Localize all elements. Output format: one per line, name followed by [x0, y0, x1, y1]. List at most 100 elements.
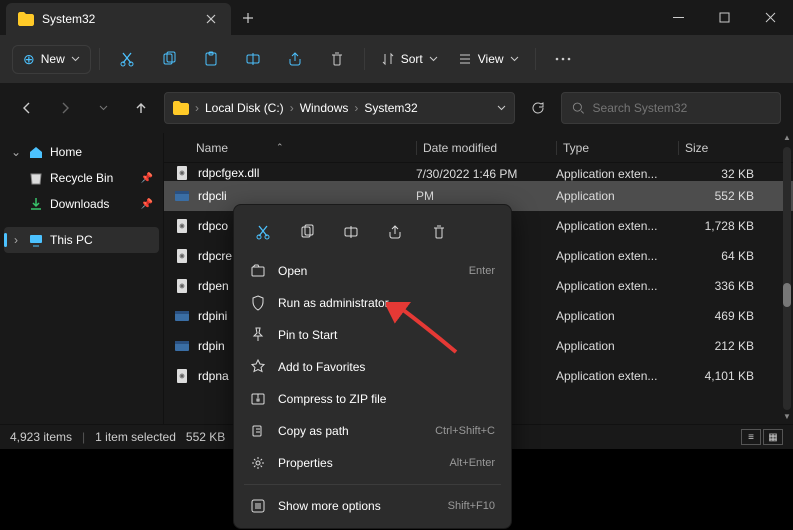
file-size: 336 KB: [678, 279, 760, 293]
cm-properties[interactable]: PropertiesAlt+Enter: [240, 447, 505, 479]
up-button[interactable]: [126, 93, 156, 123]
file-size: 469 KB: [678, 309, 760, 323]
home-icon: [28, 144, 44, 160]
delete-button[interactable]: [318, 42, 356, 76]
address-bar-row: › Local Disk (C:) › Windows › System32: [0, 83, 793, 133]
chevron-right-icon: ›: [10, 233, 22, 247]
copy-button[interactable]: [150, 42, 188, 76]
file-size: 212 KB: [678, 339, 760, 353]
cm-share-button[interactable]: [374, 215, 416, 249]
chevron-down-icon: [429, 56, 438, 62]
file-name: rdpini: [198, 309, 227, 323]
cm-open[interactable]: OpenEnter: [240, 255, 505, 287]
refresh-button[interactable]: [523, 93, 553, 123]
chevron-down-icon: [71, 56, 80, 62]
file-name: rdpcfgex.dll: [198, 166, 259, 180]
file-size: 1,728 KB: [678, 219, 760, 233]
scroll-thumb[interactable]: [783, 283, 791, 307]
breadcrumb[interactable]: › Local Disk (C:) › Windows › System32: [164, 92, 515, 124]
tab-title: System32: [42, 12, 195, 26]
forward-button[interactable]: [50, 93, 80, 123]
view-button[interactable]: View: [450, 42, 527, 76]
exe-icon: [174, 338, 190, 354]
icons-view-toggle[interactable]: ▦: [763, 429, 783, 445]
details-view-toggle[interactable]: ≡: [741, 429, 761, 445]
sidebar-label: Home: [50, 145, 82, 159]
separator-icon: ›: [288, 101, 296, 115]
tab-system32[interactable]: System32: [6, 3, 231, 35]
col-size[interactable]: Size: [678, 141, 770, 155]
scroll-up-icon[interactable]: ▲: [783, 133, 791, 145]
breadcrumb-windows[interactable]: Windows: [300, 101, 349, 115]
file-type: Application: [556, 309, 678, 323]
back-button[interactable]: [12, 93, 42, 123]
file-type: Application exten...: [556, 369, 678, 383]
breadcrumb-drive[interactable]: Local Disk (C:): [205, 101, 284, 115]
cm-show-more[interactable]: Show more optionsShift+F10: [240, 490, 505, 522]
file-name: rdpna: [198, 369, 229, 383]
file-type: Application: [556, 339, 678, 353]
item-count: 4,923 items: [10, 430, 72, 444]
cm-rename-button[interactable]: [330, 215, 372, 249]
cm-delete-button[interactable]: [418, 215, 460, 249]
properties-icon: [250, 455, 266, 471]
chevron-down-icon: [510, 56, 519, 62]
plus-icon: ⊕: [23, 51, 35, 68]
paste-button[interactable]: [192, 42, 230, 76]
shield-icon: [250, 295, 266, 311]
new-button[interactable]: ⊕ New: [12, 45, 91, 74]
scroll-down-icon[interactable]: ▼: [783, 412, 791, 424]
sidebar: ⌄ Home Recycle Bin 📌 Downloads 📌 › This: [0, 133, 164, 424]
cm-compress-zip[interactable]: Compress to ZIP file: [240, 383, 505, 415]
cm-copy-button[interactable]: [286, 215, 328, 249]
close-tab-icon[interactable]: [203, 11, 219, 27]
cm-add-favorites[interactable]: Add to Favorites: [240, 351, 505, 383]
sidebar-this-pc[interactable]: › This PC: [4, 227, 159, 253]
file-row[interactable]: rdpcfgex.dll7/30/2022 1:46 PMApplication…: [164, 163, 793, 181]
vertical-scrollbar[interactable]: ▲ ▼: [783, 133, 791, 424]
file-size: 4,101 KB: [678, 369, 760, 383]
rename-button[interactable]: [234, 42, 272, 76]
sidebar-label: Downloads: [50, 197, 109, 211]
search-icon: [572, 101, 585, 115]
sidebar-home[interactable]: ⌄ Home: [4, 139, 159, 165]
col-date[interactable]: Date modified: [416, 141, 556, 155]
col-name[interactable]: Name⌃: [164, 141, 416, 155]
cm-cut-button[interactable]: [242, 215, 284, 249]
folder-icon: [18, 11, 34, 27]
titlebar: System32: [0, 0, 793, 35]
more-button[interactable]: [544, 42, 582, 76]
search-input[interactable]: [593, 101, 770, 115]
breadcrumb-system32[interactable]: System32: [364, 101, 417, 115]
col-type[interactable]: Type: [556, 141, 678, 155]
sort-indicator-icon: ⌃: [276, 142, 284, 153]
minimize-button[interactable]: [655, 0, 701, 35]
file-name: rdpco: [198, 219, 228, 233]
file-date: PM: [416, 189, 556, 203]
dll-icon: [174, 278, 190, 294]
breadcrumb-dropdown[interactable]: [497, 105, 506, 111]
pin-icon: [250, 327, 266, 343]
dll-icon: [174, 218, 190, 234]
file-date: 7/30/2022 1:46 PM: [416, 167, 556, 181]
new-tab-button[interactable]: [231, 0, 265, 35]
copy-path-icon: [250, 423, 266, 439]
sort-button[interactable]: Sort: [373, 42, 446, 76]
sidebar-downloads[interactable]: Downloads 📌: [4, 191, 159, 217]
cut-button[interactable]: [108, 42, 146, 76]
maximize-button[interactable]: [701, 0, 747, 35]
sidebar-recycle[interactable]: Recycle Bin 📌: [4, 165, 159, 191]
cm-copy-path[interactable]: Copy as pathCtrl+Shift+C: [240, 415, 505, 447]
sort-icon: [381, 52, 395, 66]
search-box[interactable]: [561, 92, 781, 124]
share-button[interactable]: [276, 42, 314, 76]
recent-dropdown[interactable]: [88, 93, 118, 123]
close-window-button[interactable]: [747, 0, 793, 35]
cm-run-as-admin[interactable]: Run as administrator: [240, 287, 505, 319]
exe-icon: [174, 188, 190, 204]
scroll-track[interactable]: [783, 147, 791, 410]
cm-pin-to-start[interactable]: Pin to Start: [240, 319, 505, 351]
file-size: 552 KB: [678, 189, 760, 203]
chevron-down-icon: ⌄: [10, 145, 22, 159]
download-icon: [28, 196, 44, 212]
